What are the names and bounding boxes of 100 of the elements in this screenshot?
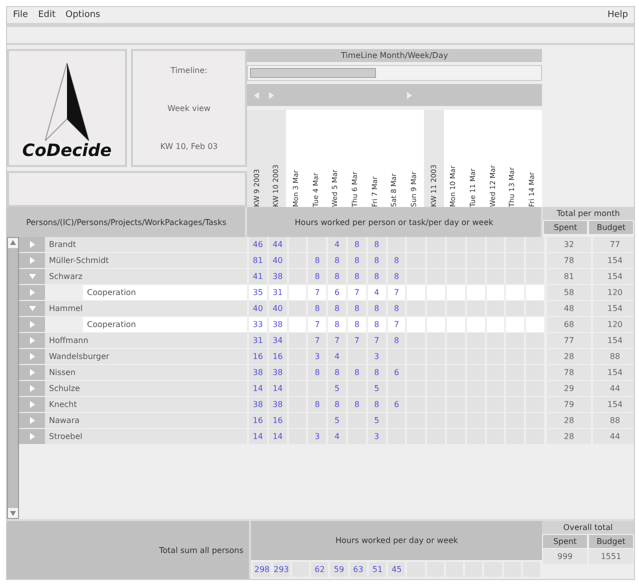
- hours-cell[interactable]: [466, 269, 485, 284]
- hours-cell[interactable]: [407, 333, 426, 348]
- hours-cell[interactable]: [446, 301, 465, 316]
- person-name[interactable]: Hoffmann: [45, 333, 247, 348]
- hours-cell[interactable]: 8: [368, 397, 386, 412]
- hours-cell[interactable]: [466, 285, 485, 300]
- hours-cell[interactable]: 8: [328, 397, 346, 412]
- expand-icon[interactable]: [28, 385, 36, 392]
- hours-cell[interactable]: 8: [368, 253, 386, 268]
- hours-cell[interactable]: 7: [328, 333, 346, 348]
- hours-cell[interactable]: 7: [308, 317, 326, 332]
- hours-cell[interactable]: 8: [308, 253, 326, 268]
- person-name[interactable]: Cooperation: [83, 317, 247, 332]
- expand-icon[interactable]: [28, 241, 36, 248]
- hours-cell[interactable]: [466, 317, 485, 332]
- hours-cell[interactable]: 38: [268, 317, 287, 332]
- hours-cell[interactable]: [288, 285, 306, 300]
- hours-cell[interactable]: [288, 301, 306, 316]
- hours-cell[interactable]: 40: [268, 301, 287, 316]
- hours-cell[interactable]: 8: [328, 365, 346, 380]
- person-name[interactable]: Hammel: [45, 301, 247, 316]
- hours-cell[interactable]: [427, 301, 445, 316]
- menu-item[interactable]: File: [13, 10, 28, 20]
- hours-cell[interactable]: 8: [348, 301, 366, 316]
- hours-cell[interactable]: 16: [268, 349, 287, 364]
- hours-cell[interactable]: 5: [368, 413, 386, 428]
- next-icon[interactable]: [406, 92, 413, 98]
- hours-cell[interactable]: 3: [368, 429, 386, 444]
- previous-icon[interactable]: [253, 92, 260, 98]
- hours-cell[interactable]: 7: [388, 285, 406, 300]
- hours-cell[interactable]: 8: [328, 301, 346, 316]
- hours-cell[interactable]: [407, 301, 426, 316]
- hours-cell[interactable]: [288, 317, 306, 332]
- hours-cell[interactable]: 3: [308, 429, 326, 444]
- hours-cell[interactable]: [526, 237, 544, 252]
- hours-cell[interactable]: 40: [249, 301, 267, 316]
- hours-cell[interactable]: 8: [368, 301, 386, 316]
- hours-cell[interactable]: [466, 237, 485, 252]
- hours-cell[interactable]: 14: [268, 381, 287, 396]
- hours-cell[interactable]: [486, 333, 504, 348]
- hours-cell[interactable]: 6: [388, 397, 406, 412]
- hours-cell[interactable]: 31: [268, 285, 287, 300]
- hours-cell[interactable]: 4: [328, 237, 346, 252]
- hours-cell[interactable]: 31: [249, 333, 267, 348]
- scroll-down-icon[interactable]: [8, 508, 18, 518]
- hours-cell[interactable]: 44: [268, 237, 287, 252]
- hours-cell[interactable]: 8: [308, 397, 326, 412]
- hours-cell[interactable]: [526, 269, 544, 284]
- hours-cell[interactable]: [466, 301, 485, 316]
- person-name[interactable]: Brandt: [45, 237, 247, 252]
- person-name[interactable]: Nawara: [45, 413, 247, 428]
- hours-cell[interactable]: 8: [388, 269, 406, 284]
- hours-cell[interactable]: 5: [328, 381, 346, 396]
- person-name[interactable]: Schwarz: [45, 269, 247, 284]
- hours-cell[interactable]: 7: [348, 333, 366, 348]
- hours-cell[interactable]: 8: [348, 317, 366, 332]
- hours-cell[interactable]: 4: [328, 429, 346, 444]
- hours-cell[interactable]: 7: [308, 285, 326, 300]
- hours-cell[interactable]: 8: [368, 317, 386, 332]
- expand-icon[interactable]: [28, 289, 36, 296]
- hours-cell[interactable]: 8: [368, 237, 386, 252]
- hours-cell[interactable]: 38: [268, 365, 287, 380]
- hours-cell[interactable]: [427, 285, 445, 300]
- collapse-icon[interactable]: [28, 273, 36, 280]
- person-name[interactable]: Stroebel: [45, 429, 247, 444]
- hours-cell[interactable]: 35: [249, 285, 267, 300]
- hours-cell[interactable]: [407, 317, 426, 332]
- hours-cell[interactable]: 14: [249, 381, 267, 396]
- hours-cell[interactable]: 38: [249, 365, 267, 380]
- hours-cell[interactable]: [506, 269, 524, 284]
- hours-cell[interactable]: 16: [268, 413, 287, 428]
- hours-cell[interactable]: 3: [368, 349, 386, 364]
- hours-cell[interactable]: [308, 237, 326, 252]
- hours-cell[interactable]: 8: [308, 365, 326, 380]
- person-name[interactable]: Knecht: [45, 397, 247, 412]
- person-name[interactable]: Cooperation: [83, 285, 247, 300]
- hours-cell[interactable]: [526, 317, 544, 332]
- hours-cell[interactable]: [427, 269, 445, 284]
- expand-icon[interactable]: [28, 369, 36, 376]
- hours-cell[interactable]: 40: [268, 253, 287, 268]
- hours-cell[interactable]: [288, 333, 306, 348]
- hours-cell[interactable]: 33: [249, 317, 267, 332]
- hours-cell[interactable]: 6: [328, 285, 346, 300]
- hours-cell[interactable]: [446, 333, 465, 348]
- hours-cell[interactable]: 7: [368, 333, 386, 348]
- hours-cell[interactable]: 3: [308, 349, 326, 364]
- expand-icon[interactable]: [28, 257, 36, 264]
- hours-cell[interactable]: 8: [308, 301, 326, 316]
- hours-cell[interactable]: [427, 317, 445, 332]
- hours-cell[interactable]: [288, 237, 306, 252]
- hours-cell[interactable]: 38: [268, 269, 287, 284]
- hours-cell[interactable]: [526, 333, 544, 348]
- person-name[interactable]: Müller-Schmidt: [45, 253, 247, 268]
- hours-cell[interactable]: [446, 237, 465, 252]
- hours-cell[interactable]: 8: [328, 253, 346, 268]
- hours-cell[interactable]: 8: [348, 269, 366, 284]
- hours-cell[interactable]: [446, 317, 465, 332]
- hours-cell[interactable]: [486, 269, 504, 284]
- timeline-scrollbar[interactable]: [247, 65, 542, 81]
- hours-cell[interactable]: 14: [268, 429, 287, 444]
